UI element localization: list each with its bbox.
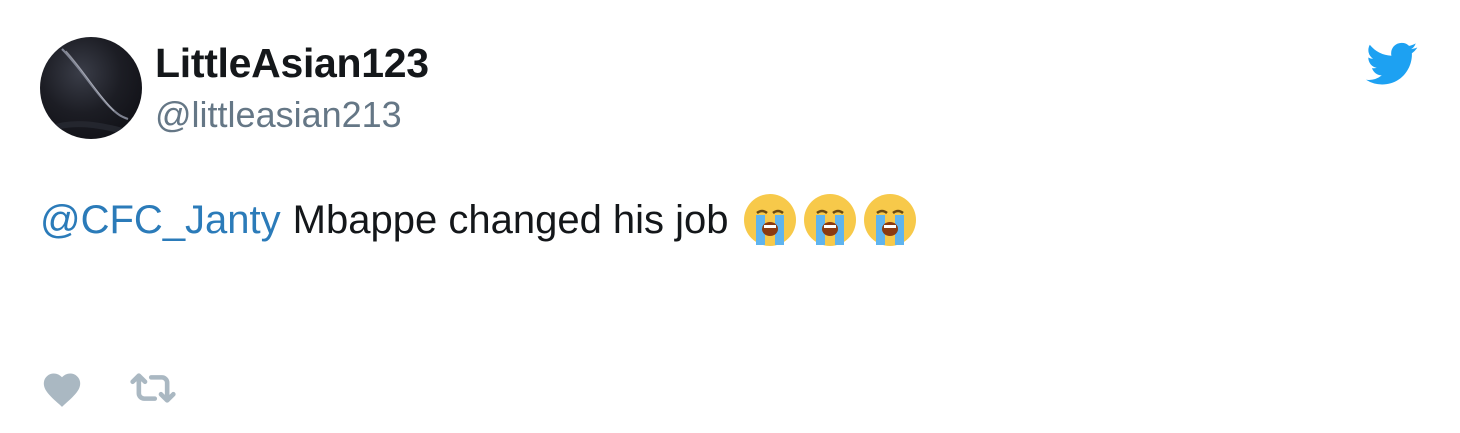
avatar-image <box>48 48 131 136</box>
heart-icon <box>43 373 81 407</box>
retweet-button[interactable] <box>130 368 176 408</box>
tweet-body-text: Mbappe changed his job <box>292 197 729 242</box>
avatar[interactable] <box>40 37 142 139</box>
tweet-actions <box>40 368 176 408</box>
author-handle[interactable]: @littleasian213 <box>155 94 402 136</box>
loudly-crying-face-icon <box>803 194 856 246</box>
loudly-crying-face-icon <box>743 194 796 246</box>
retweet-icon <box>130 373 176 403</box>
tweet-card: LittleAsian123 @littleasian213 @CFC_Jant… <box>0 0 1460 433</box>
mention-link[interactable]: @CFC_Janty <box>40 198 281 243</box>
like-button[interactable] <box>40 368 84 408</box>
twitter-bird-icon[interactable] <box>1366 42 1418 86</box>
loudly-crying-face-icon <box>863 194 916 246</box>
emoji-group <box>743 193 917 247</box>
tweet-text: @CFC_Janty Mbappe changed his job <box>40 193 917 247</box>
author-display-name[interactable]: LittleAsian123 <box>155 40 429 87</box>
